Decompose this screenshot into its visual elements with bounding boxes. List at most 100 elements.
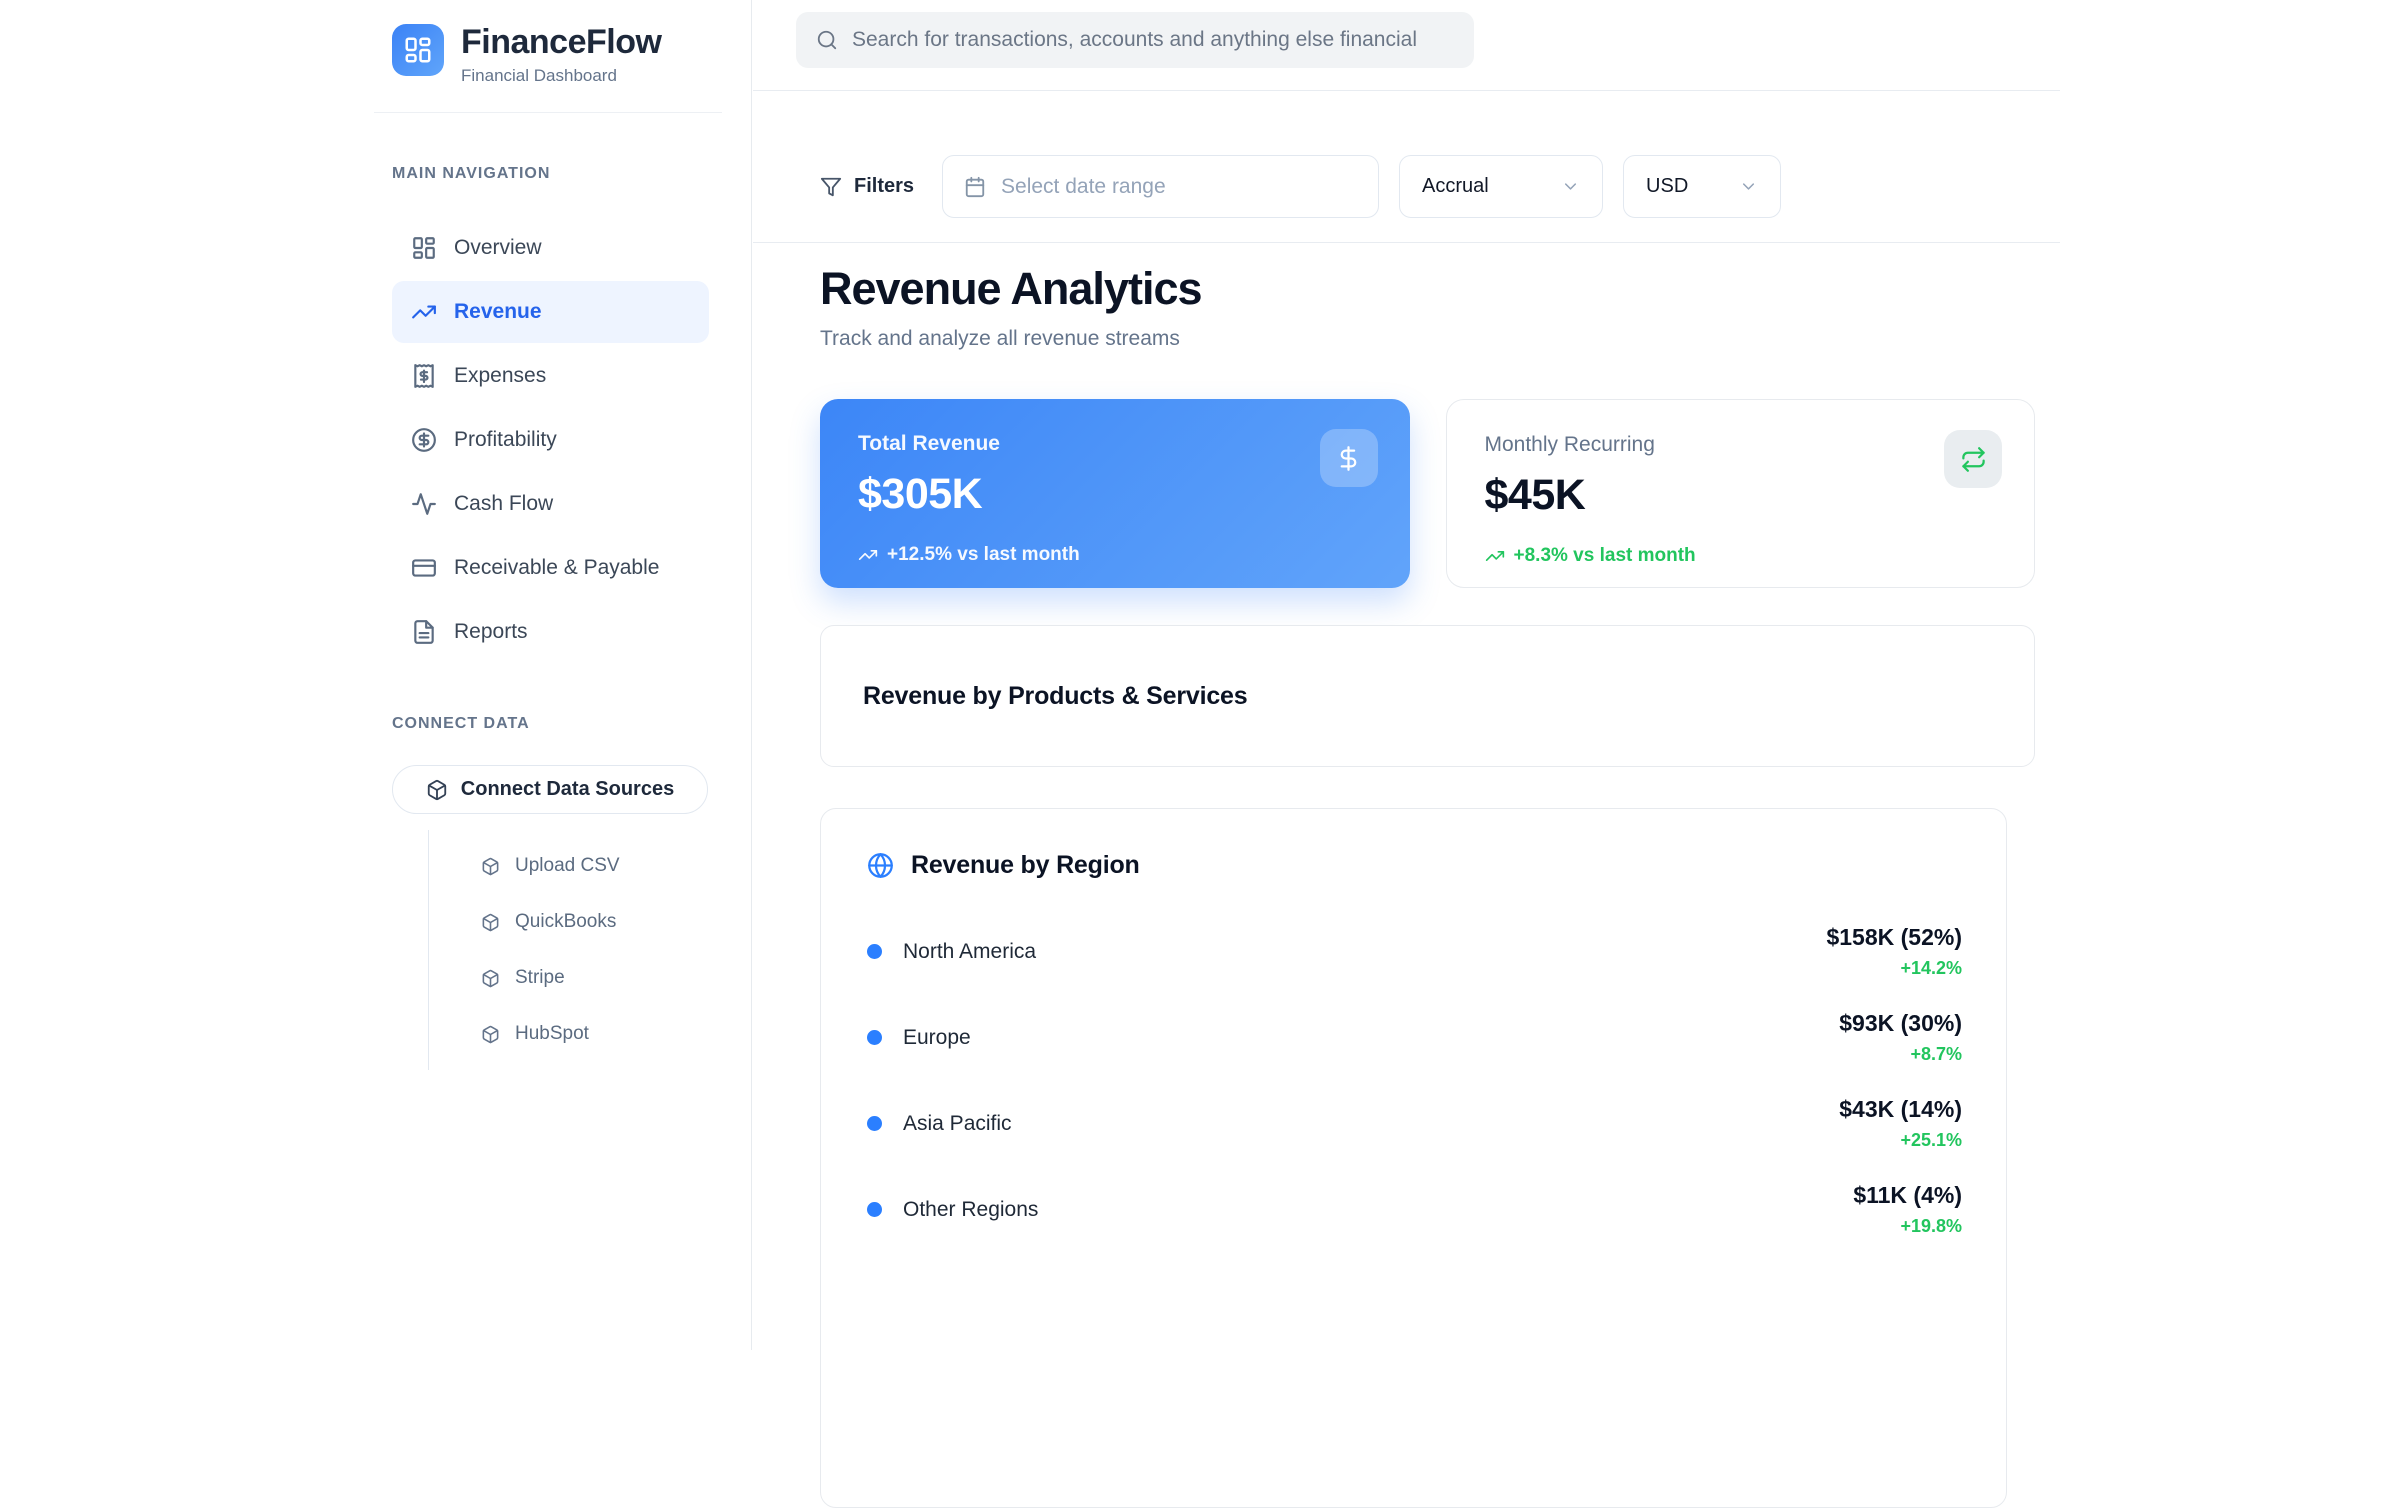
global-search[interactable] [796,12,1474,68]
region-dot [867,944,882,959]
revenue-by-products-card: Revenue by Products & Services [820,625,2035,767]
revenue-by-region-card: Revenue by Region North America $158K (5… [820,808,2007,1508]
kpi-trend: +8.3% vs last month [1485,545,1997,567]
sidebar: FinanceFlow Financial Dashboard MAIN NAV… [0,0,752,1350]
package-icon [481,1025,500,1044]
accounting-basis-value: Accrual [1422,175,1489,198]
region-row-asia-pacific: Asia Pacific $43K (14%) +25.1% [867,1096,1962,1151]
kpi-cards: Total Revenue $305K +12.5% vs last month… [820,399,2035,588]
region-change: +25.1% [1839,1130,1962,1151]
connect-item-stripe[interactable]: Stripe [429,950,709,1006]
sidebar-item-profitability[interactable]: Profitability [392,409,709,471]
region-name: Other Regions [903,1198,1038,1222]
file-text-icon [411,619,437,645]
region-value: $43K (14%) [1839,1096,1962,1123]
brand: FinanceFlow Financial Dashboard [392,24,709,86]
sidebar-item-expenses[interactable]: Expenses [392,345,709,407]
currency-value: USD [1646,175,1688,198]
package-icon [481,857,500,876]
region-dot [867,1202,882,1217]
region-dot [867,1030,882,1045]
connect-item-label: Upload CSV [515,855,620,877]
sidebar-item-label: Receivable & Payable [454,556,659,580]
funnel-icon [820,176,842,198]
package-icon [426,779,448,801]
kpi-trend: +12.5% vs last month [858,544,1372,566]
globe-icon [867,852,894,879]
page-subtitle: Track and analyze all revenue streams [820,327,1180,351]
repeat-icon [1944,430,2002,488]
dollar-sign-icon [1320,429,1378,487]
kpi-trend-text: +8.3% vs last month [1514,545,1696,567]
credit-card-icon [411,555,437,581]
region-name: Asia Pacific [903,1112,1012,1136]
connect-data-sources-button[interactable]: Connect Data Sources [392,765,708,814]
receipt-icon [411,363,437,389]
region-name: Europe [903,1026,971,1050]
finance-dashboard-app: FinanceFlow Financial Dashboard MAIN NAV… [0,0,2400,1350]
page-title: Revenue Analytics [820,263,1202,315]
connect-item-label: QuickBooks [515,911,616,933]
sidebar-item-label: Expenses [454,364,546,388]
chevron-down-icon [1561,177,1580,196]
sidebar-item-receivable-payable[interactable]: Receivable & Payable [392,537,709,599]
trending-up-icon [858,545,878,565]
date-range-field[interactable] [942,155,1379,218]
filters-label: Filters [854,175,914,198]
top-bar [753,0,2060,91]
kpi-value: $305K [858,470,1372,519]
region-change: +8.7% [1839,1044,1962,1065]
region-value: $93K (30%) [1839,1010,1962,1037]
sidebar-item-revenue[interactable]: Revenue [392,281,709,343]
kpi-label: Total Revenue [858,432,1372,456]
sidebar-item-overview[interactable]: Overview [392,217,709,279]
kpi-value: $45K [1485,471,1997,520]
region-change: +19.8% [1853,1216,1962,1237]
package-icon [481,969,500,988]
nav-section-label: MAIN NAVIGATION [392,165,709,183]
region-card-title: Revenue by Region [911,851,1140,880]
filters-toggle[interactable]: Filters [820,175,914,198]
layout-dashboard-icon [411,235,437,261]
activity-icon [411,491,437,517]
region-card-header: Revenue by Region [867,851,1962,880]
app-tagline: Financial Dashboard [461,66,661,86]
connect-item-label: Stripe [515,967,565,989]
connect-sources-list: Upload CSV QuickBooks Stripe HubSpot [428,830,709,1070]
region-change: +14.2% [1826,958,1962,979]
sidebar-item-label: Overview [454,236,542,260]
region-row-europe: Europe $93K (30%) +8.7% [867,1010,1962,1065]
accounting-basis-select[interactable]: Accrual [1399,155,1603,218]
trending-up-icon [411,299,437,325]
search-icon [816,29,838,51]
sidebar-item-reports[interactable]: Reports [392,601,709,663]
sidebar-item-label: Reports [454,620,528,644]
package-icon [481,913,500,932]
connect-button-label: Connect Data Sources [461,778,674,801]
total-revenue-card: Total Revenue $305K +12.5% vs last month [820,399,1410,588]
region-row-other-regions: Other Regions $11K (4%) +19.8% [867,1182,1962,1237]
trending-up-icon [1485,546,1505,566]
connect-section-label: CONNECT DATA [392,715,709,733]
region-name: North America [903,940,1036,964]
region-dot [867,1116,882,1131]
sidebar-item-label: Cash Flow [454,492,553,516]
app-title: FinanceFlow [461,24,661,61]
connect-item-upload-csv[interactable]: Upload CSV [429,838,709,894]
connect-item-hubspot[interactable]: HubSpot [429,1006,709,1062]
main-content: Filters Accrual USD Revenue Analytics Tr… [753,0,2400,1350]
calendar-icon [964,176,986,198]
date-range-input[interactable] [1001,175,1357,199]
kpi-trend-text: +12.5% vs last month [887,544,1080,566]
sidebar-item-cash-flow[interactable]: Cash Flow [392,473,709,535]
sidebar-item-label: Profitability [454,428,557,452]
filter-row: Filters Accrual USD [820,155,1781,218]
circle-dollar-sign-icon [411,427,437,453]
filter-divider [753,242,2060,243]
search-input[interactable] [852,28,1454,52]
currency-select[interactable]: USD [1623,155,1781,218]
connect-item-quickbooks[interactable]: QuickBooks [429,894,709,950]
region-row-north-america: North America $158K (52%) +14.2% [867,924,1962,979]
products-card-title: Revenue by Products & Services [863,682,1247,711]
main-navigation: Overview Revenue Expenses Profitability … [392,217,709,663]
